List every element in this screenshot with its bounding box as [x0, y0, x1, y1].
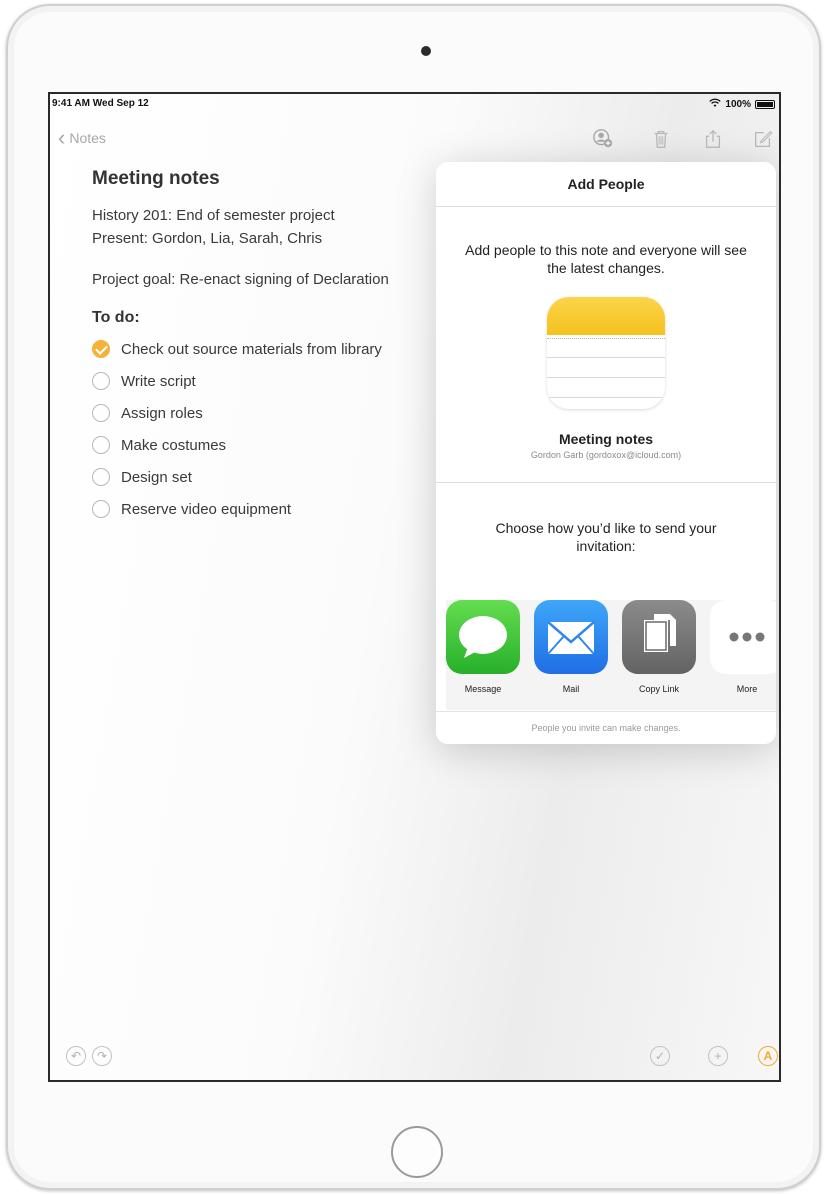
todo-text: Assign roles: [121, 404, 203, 422]
note-owner: Gordon Garb (gordoxox@icloud.com): [530, 450, 682, 460]
chevron-left-icon: ‹: [58, 125, 66, 150]
popover-title: Add People: [436, 162, 776, 207]
battery-icon: [755, 100, 775, 109]
checklist-icon[interactable]: ✓: [650, 1046, 670, 1066]
share-option-label: Mail: [562, 684, 580, 694]
todo-text: Reserve video equipment: [121, 500, 292, 518]
note-content[interactable]: Meeting notes History 201: End of semest…: [92, 168, 452, 525]
unchecked-circle-icon[interactable]: [92, 500, 110, 518]
note-line-goal: Project goal: Re-enact signing of Declar…: [92, 271, 389, 288]
add-people-popover: Add People Add people to this note and e…: [436, 162, 776, 744]
todo-heading: To do:: [92, 309, 140, 326]
redo-icon[interactable]: ↷: [92, 1046, 112, 1066]
shared-note-title: Meeting notes: [558, 431, 654, 447]
popover-description: Add people to this note and everyone wil…: [465, 242, 747, 276]
bottom-toolbar: ↶ ↷ ✓ + A: [50, 1036, 779, 1080]
share-options: Message Mail Copy Link More: [446, 600, 776, 710]
share-option-more[interactable]: More: [710, 600, 776, 694]
notes-app-icon: [547, 297, 665, 409]
back-label: Notes: [69, 130, 106, 146]
note-title: Meeting notes: [92, 168, 220, 189]
todo-text: Write script: [121, 372, 196, 390]
share-option-copy-link[interactable]: Copy Link: [622, 600, 696, 694]
todo-item[interactable]: Reserve video equipment: [92, 493, 452, 525]
status-time-date: 9:41 AM Wed Sep 12: [52, 98, 149, 109]
todo-list: Check out source materials from library …: [92, 333, 452, 525]
unchecked-circle-icon[interactable]: [92, 404, 110, 422]
more-icon[interactable]: [710, 600, 776, 674]
trash-icon[interactable]: [650, 128, 672, 150]
navigation-bar: ‹ Notes: [50, 124, 779, 154]
share-option-label: Message: [464, 684, 502, 694]
add-icon[interactable]: +: [708, 1046, 728, 1066]
popover-footer-note: People you invite can make changes.: [436, 711, 776, 744]
todo-text: Make costumes: [121, 436, 227, 454]
mail-icon[interactable]: [534, 600, 608, 674]
compose-icon[interactable]: [752, 128, 774, 150]
share-option-message[interactable]: Message: [446, 600, 520, 694]
status-bar: 9:41 AM Wed Sep 12 100%: [50, 94, 779, 114]
share-option-label: Copy Link: [638, 684, 680, 694]
unchecked-circle-icon[interactable]: [92, 372, 110, 390]
todo-item[interactable]: Design set: [92, 461, 452, 493]
todo-item[interactable]: Make costumes: [92, 429, 452, 461]
undo-icon[interactable]: ↶: [66, 1046, 86, 1066]
todo-item[interactable]: Write script: [92, 365, 452, 397]
todo-item[interactable]: Check out source materials from library: [92, 333, 452, 365]
share-option-mail[interactable]: Mail: [534, 600, 608, 694]
todo-text: Design set: [121, 468, 192, 486]
divider: [436, 482, 776, 483]
unchecked-circle-icon[interactable]: [92, 468, 110, 486]
home-button[interactable]: [391, 1126, 443, 1178]
wifi-icon: [709, 98, 722, 111]
share-option-label: More: [736, 684, 758, 694]
copy-link-icon[interactable]: [622, 600, 696, 674]
status-indicators: 100%: [709, 98, 775, 111]
todo-item[interactable]: Assign roles: [92, 397, 452, 429]
choose-method-text: Choose how you’d like to send your invit…: [495, 520, 717, 554]
share-icon[interactable]: [702, 128, 724, 150]
note-line-course: History 201: End of semester project: [92, 207, 335, 224]
front-camera: [421, 46, 431, 56]
note-line-present: Present: Gordon, Lia, Sarah, Chris: [92, 230, 323, 247]
unchecked-circle-icon[interactable]: [92, 436, 110, 454]
markup-icon[interactable]: A: [758, 1046, 778, 1066]
battery-percentage: 100%: [725, 99, 751, 110]
back-button[interactable]: ‹ Notes: [58, 125, 106, 150]
screen: 9:41 AM Wed Sep 12 100% ‹ Notes Meeting …: [48, 92, 781, 1082]
checked-circle-icon[interactable]: [92, 340, 110, 358]
add-people-icon[interactable]: [592, 128, 614, 150]
todo-text: Check out source materials from library: [121, 340, 382, 358]
message-icon[interactable]: [446, 600, 520, 674]
